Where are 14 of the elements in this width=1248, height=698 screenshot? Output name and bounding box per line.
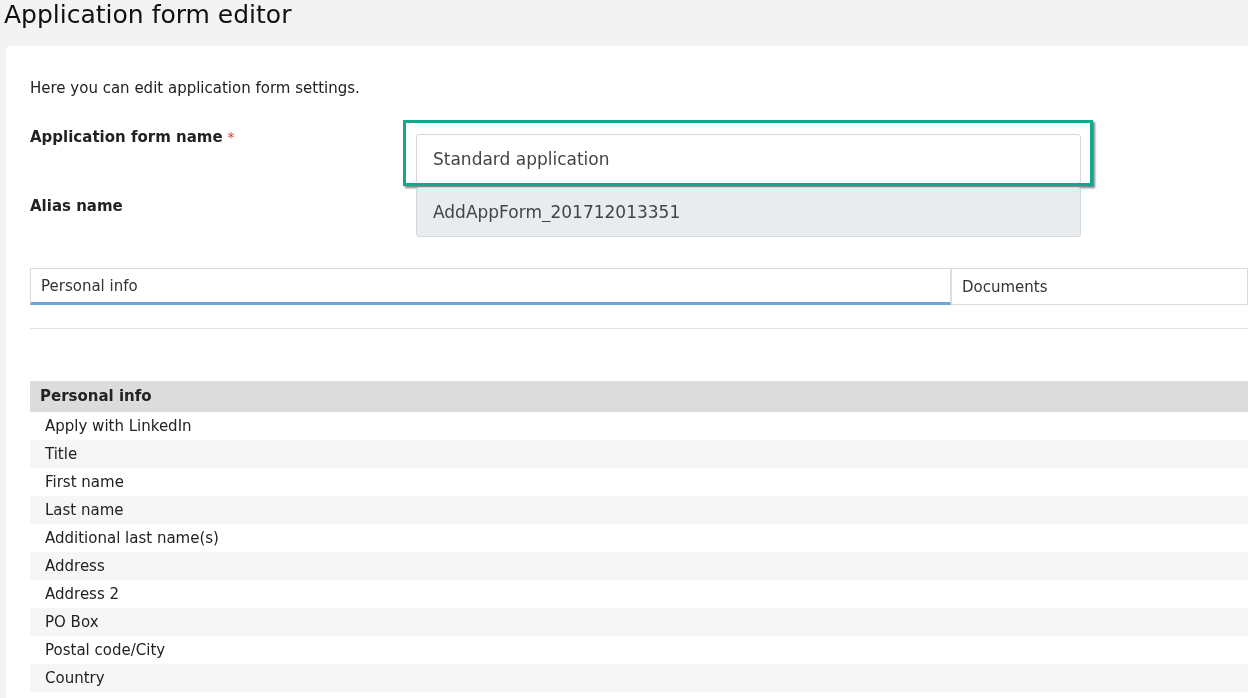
required-mark: *: [227, 129, 235, 145]
input-field[interactable]: Standard application: [416, 134, 1081, 184]
page-title: Application form editor: [3, 0, 293, 31]
tab[interactable]: Personal info: [30, 268, 951, 305]
field-label: Application form name: [30, 128, 223, 146]
list-row: Address: [30, 552, 1248, 580]
list-row: Country: [30, 664, 1248, 692]
list-row: Title: [30, 440, 1248, 468]
tab[interactable]: Documents: [951, 268, 1248, 305]
list-row: PO Box: [30, 608, 1248, 636]
intro-text: Here you can edit application form settings.: [30, 78, 360, 99]
field-label: Alias name: [30, 197, 123, 215]
list-row: Last name: [30, 496, 1248, 524]
section-header: Personal info: [30, 381, 1248, 412]
